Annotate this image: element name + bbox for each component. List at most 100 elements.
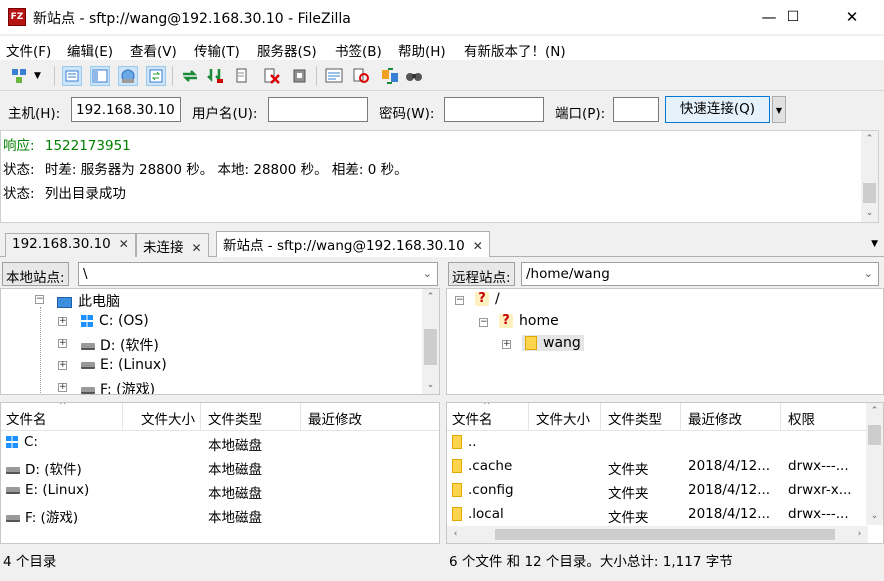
log-scrollbar[interactable]: ⌃ ⌄: [861, 131, 878, 222]
maximize-button[interactable]: ☐: [770, 0, 816, 34]
permissions-cell: drwxr-x...: [788, 482, 852, 498]
scroll-up-icon[interactable]: ⌃: [861, 131, 878, 148]
tree-node-wang[interactable]: wang: [522, 335, 584, 351]
disconnect-icon[interactable]: [262, 66, 282, 86]
local-path-combo[interactable]: \ ⌄: [78, 262, 438, 286]
column-header-filetype[interactable]: 文件类型: [603, 403, 681, 431]
menu-new-version[interactable]: 有新版本了！(N): [464, 40, 566, 60]
scroll-down-icon[interactable]: ⌄: [861, 205, 878, 222]
table-row[interactable]: F: (游戏) 本地磁盘: [1, 503, 439, 527]
computer-icon: [57, 296, 72, 308]
local-site-bar: 本地站点: \ ⌄: [0, 262, 440, 287]
scrollbar-thumb[interactable]: [863, 183, 876, 203]
column-header-filesize[interactable]: 文件大小: [123, 403, 201, 431]
remote-file-list: ^ 文件名 文件大小 文件类型 最近修改 权限 .. .cache 文件夹 20…: [446, 402, 884, 544]
table-row[interactable]: .config 文件夹 2018/4/12... drwxr-x...: [447, 479, 883, 503]
toggle-remote-tree-icon[interactable]: [118, 66, 138, 86]
synchronized-browsing-icon[interactable]: [380, 66, 400, 86]
table-row[interactable]: E: (Linux) 本地磁盘: [1, 479, 439, 503]
chevron-down-icon[interactable]: ⌄: [423, 267, 432, 280]
compare-directories-icon[interactable]: [352, 66, 372, 86]
username-label: 用户名(U):: [192, 106, 258, 122]
column-header-permissions[interactable]: 权限: [783, 403, 863, 431]
tree-expander-icon[interactable]: +: [502, 340, 511, 349]
scroll-down-icon[interactable]: ⌄: [422, 377, 439, 394]
tree-expander-icon[interactable]: +: [58, 339, 67, 348]
table-row[interactable]: .local 文件夹 2018/4/12... drwx---...: [447, 503, 883, 527]
tab-192-168-30-10[interactable]: 192.168.30.10 ✕: [5, 233, 136, 257]
column-header-filetype[interactable]: 文件类型: [203, 403, 301, 431]
column-header-filename[interactable]: ^ 文件名: [447, 403, 529, 431]
quickconnect-button[interactable]: 快速连接(Q): [665, 96, 770, 123]
tree-expander-icon[interactable]: +: [58, 383, 67, 392]
tab-label: 未连接: [143, 240, 184, 256]
scroll-left-icon[interactable]: ‹: [447, 526, 464, 543]
search-remote-files-icon[interactable]: [404, 66, 424, 86]
password-input[interactable]: [444, 97, 544, 122]
reconnect-icon[interactable]: [290, 66, 310, 86]
cancel-operation-icon[interactable]: [234, 66, 254, 86]
column-header-modified[interactable]: 最近修改: [683, 403, 781, 431]
refresh-icon[interactable]: [180, 66, 200, 86]
table-row[interactable]: C: 本地磁盘: [1, 431, 439, 455]
port-input[interactable]: [613, 97, 659, 122]
scrollbar-thumb[interactable]: [424, 329, 437, 365]
toggle-queue-icon[interactable]: [146, 66, 166, 86]
tree-expander-icon[interactable]: +: [58, 317, 67, 326]
tree-node-drive-f[interactable]: F: (游戏): [81, 379, 155, 394]
username-input[interactable]: [268, 97, 368, 122]
menu-file[interactable]: 文件(F): [6, 40, 51, 60]
tree-node-home[interactable]: ? home: [499, 313, 559, 329]
tree-node-label: E: (Linux): [100, 357, 167, 373]
tree-expander-icon[interactable]: −: [455, 296, 464, 305]
tree-node-this-pc[interactable]: 此电脑: [57, 291, 120, 311]
directory-listing-filter-icon[interactable]: [324, 66, 344, 86]
tree-node-root[interactable]: ? /: [475, 291, 500, 307]
tab-close-icon[interactable]: ✕: [119, 237, 129, 251]
remote-list-scrollbar[interactable]: ⌃ ⌄: [866, 403, 883, 525]
toggle-local-tree-icon[interactable]: [90, 66, 110, 86]
menu-bookmarks[interactable]: 书签(B): [335, 40, 382, 60]
table-row[interactable]: D: (软件) 本地磁盘: [1, 455, 439, 479]
tree-node-drive-e[interactable]: E: (Linux): [81, 357, 167, 373]
site-manager-dropdown-icon[interactable]: ▼: [34, 66, 48, 86]
menu-view[interactable]: 查看(V): [130, 40, 177, 60]
toggle-log-icon[interactable]: [62, 66, 82, 86]
process-queue-icon[interactable]: [206, 66, 226, 86]
quickconnect-dropdown-icon[interactable]: ▼: [772, 96, 786, 123]
tree-node-drive-d[interactable]: D: (软件): [81, 335, 159, 355]
column-header-modified[interactable]: 最近修改: [303, 403, 439, 431]
tree-node-drive-c[interactable]: C: (OS): [81, 313, 149, 329]
remote-list-header: ^ 文件名 文件大小 文件类型 最近修改 权限: [447, 403, 883, 431]
local-status: 4 个目录: [0, 546, 440, 570]
remote-list-hscrollbar[interactable]: ‹ ›: [447, 526, 868, 543]
menu-edit[interactable]: 编辑(E): [67, 40, 113, 60]
menu-server[interactable]: 服务器(S): [257, 40, 317, 60]
tree-expander-icon[interactable]: +: [58, 361, 67, 370]
scroll-up-icon[interactable]: ⌃: [866, 403, 883, 420]
site-manager-icon[interactable]: [10, 66, 30, 86]
table-row[interactable]: .cache 文件夹 2018/4/12... drwx---...: [447, 455, 883, 479]
menu-transfer[interactable]: 传输(T): [194, 40, 240, 60]
tab-new-site[interactable]: 新站点 - sftp://wang@192.168.30.10 ✕: [216, 231, 490, 257]
scrollbar-thumb[interactable]: [868, 425, 881, 445]
menu-help[interactable]: 帮助(H): [398, 40, 446, 60]
tab-close-icon[interactable]: ✕: [473, 239, 483, 253]
tree-expander-icon[interactable]: −: [479, 318, 488, 327]
tabs-menu-icon[interactable]: ▼: [871, 239, 878, 249]
scroll-right-icon[interactable]: ›: [851, 526, 868, 543]
tab-not-connected[interactable]: 未连接 ✕: [136, 233, 209, 257]
scroll-up-icon[interactable]: ⌃: [422, 289, 439, 306]
remote-path-combo[interactable]: /home/wang ⌄: [521, 262, 879, 286]
column-header-filename[interactable]: ^ 文件名: [1, 403, 123, 431]
scrollbar-thumb[interactable]: [495, 529, 835, 540]
tab-close-icon[interactable]: ✕: [192, 241, 202, 255]
host-input[interactable]: [71, 97, 181, 122]
tree-expander-icon[interactable]: −: [35, 295, 44, 304]
local-tree-scrollbar[interactable]: ⌃ ⌄: [422, 289, 439, 394]
chevron-down-icon[interactable]: ⌄: [864, 267, 873, 280]
table-row[interactable]: ..: [447, 431, 883, 455]
close-button[interactable]: ✕: [829, 0, 875, 34]
scroll-down-icon[interactable]: ⌄: [866, 508, 883, 525]
column-header-filesize[interactable]: 文件大小: [531, 403, 601, 431]
